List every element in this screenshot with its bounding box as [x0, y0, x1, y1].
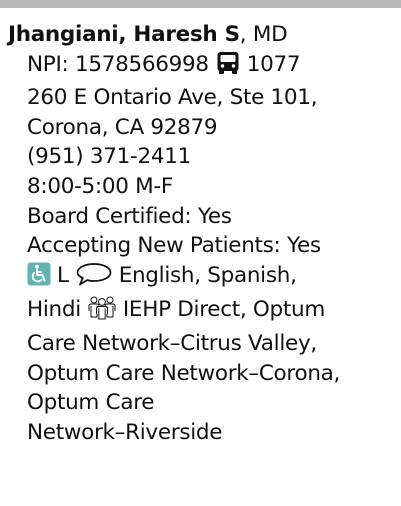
provider-details: NPI: 1578566998 1077 260 E Ontario Ave, … — [8, 50, 401, 448]
network-list: IEHP Direct, Optum — [122, 297, 325, 323]
provider-entry: Jhangiani, Haresh S, MD NPI: 1578566998 … — [8, 20, 401, 447]
provider-name: Jhangiani, Haresh S — [8, 22, 240, 47]
speech-bubble-icon — [75, 262, 113, 295]
npi-number: NPI: 1578566998 — [27, 51, 209, 77]
network-line-5: Network–Riverside — [27, 419, 223, 445]
network-line-2: Care Network–Citrus Valley, — [27, 330, 317, 356]
accessibility-languages-line: L English, Spanish, — [27, 261, 401, 295]
network-line-3: Optum Care Network–Corona, — [27, 360, 341, 386]
bus-icon — [215, 51, 241, 84]
address-line-2: Corona, CA 92879 — [27, 114, 218, 140]
languages-networks-line: Hindi IEHP Direct, Optum — [27, 294, 401, 329]
accepting-new-patients-status: Accepting New Patients: Yes — [27, 233, 321, 259]
network-line-4: Optum Care — [27, 390, 155, 416]
wheelchair-accessible-icon — [27, 262, 51, 295]
accessibility-level: L — [57, 262, 69, 288]
top-divider-bar — [0, 0, 401, 8]
provider-group-icon — [87, 294, 117, 329]
languages-list-continued: Hindi — [27, 297, 81, 323]
office-hours: 8:00-5:00 M-F — [27, 173, 173, 199]
board-certified-status: Board Certified: Yes — [27, 203, 232, 229]
languages-list: English, Spanish, — [118, 262, 297, 288]
provider-heading: Jhangiani, Haresh S, MD — [8, 20, 401, 50]
npi-line: NPI: 1578566998 1077 — [27, 50, 401, 84]
provider-credential: , MD — [239, 22, 288, 47]
address-line-1: 260 E Ontario Ave, Ste 101, — [27, 85, 318, 111]
transit-route: 1077 — [246, 51, 301, 77]
phone-number: (951) 371-2411 — [27, 144, 191, 170]
